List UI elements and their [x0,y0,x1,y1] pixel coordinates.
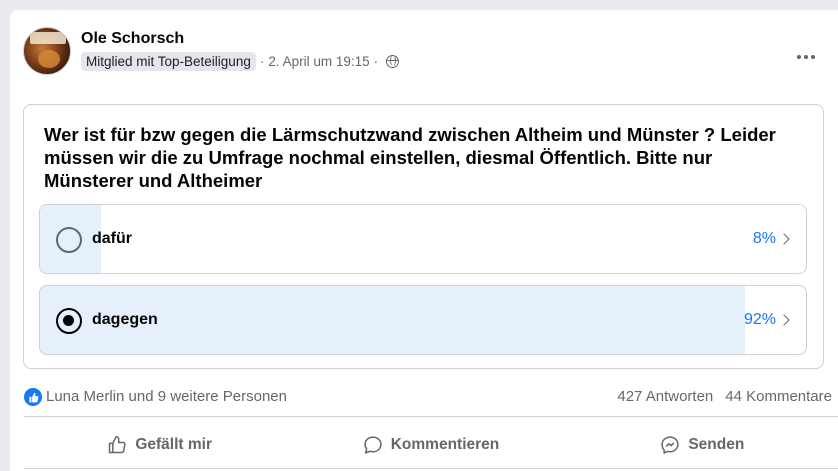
comments-count[interactable]: 44 Kommentare [725,388,832,405]
avatar-banner [30,32,66,44]
counts: 427 Antworten 44 Kommentare [617,388,832,405]
meta-separator: · [259,54,265,69]
reactors-text[interactable]: Luna Merlin und 9 weitere Personen [46,388,287,405]
dot-icon [804,55,808,59]
poll-option-label: dagegen [92,311,158,328]
chevron-right-icon [778,314,790,326]
globe-icon [386,55,400,68]
engagement-stats: Luna Merlin und 9 weitere Personen 427 A… [24,387,838,409]
poll-option-percent: 92% [743,311,776,328]
avatar[interactable] [23,27,71,75]
comment-bubble-icon [364,436,382,454]
like-button[interactable]: Gefällt mir [24,427,295,463]
poll-option-percent: 8% [752,230,776,247]
post-card: Ole Schorsch Mitglied mit Top-Beteiligun… [10,10,838,471]
comment-label: Kommentieren [390,436,500,453]
poll-option-dagegen[interactable]: dagegen 92% [39,285,807,355]
like-label: Gefällt mir [135,436,212,453]
like-reaction-icon[interactable] [24,388,42,406]
poll-question: Wer ist für bzw gegen die Lärmschutzwand… [44,124,776,191]
post-header: Ole Schorsch Mitglied mit Top-Beteiligun… [23,27,838,77]
dot-icon [811,55,815,59]
author-name[interactable]: Ole Schorsch [81,30,184,48]
post-meta: Mitglied mit Top-Beteiligung · 2. April … [81,52,400,71]
divider [24,416,838,417]
messenger-icon [661,436,679,454]
poll-option-label: dafür [92,230,132,247]
thumbs-up-icon [109,435,126,454]
poll-option-dafuer[interactable]: dafür 8% [39,204,807,274]
send-label: Senden [688,436,745,453]
action-bar: Gefällt mir Kommentieren Senden [24,427,838,463]
more-options-button[interactable] [788,39,824,75]
comment-button[interactable]: Kommentieren [295,427,566,463]
divider [24,468,838,469]
radio-button[interactable] [56,227,82,253]
meta-separator: · [373,54,379,69]
poll: Wer ist für bzw gegen die Lärmschutzwand… [23,104,824,369]
answers-count[interactable]: 427 Antworten [617,388,713,405]
chevron-right-icon [778,233,790,245]
send-button[interactable]: Senden [567,427,838,463]
radio-button[interactable] [56,308,82,334]
avatar-figure [38,50,60,68]
dot-icon [797,55,801,59]
member-badge[interactable]: Mitglied mit Top-Beteiligung [81,52,256,71]
post-timestamp[interactable]: 2. April um 19:15 [268,54,369,69]
